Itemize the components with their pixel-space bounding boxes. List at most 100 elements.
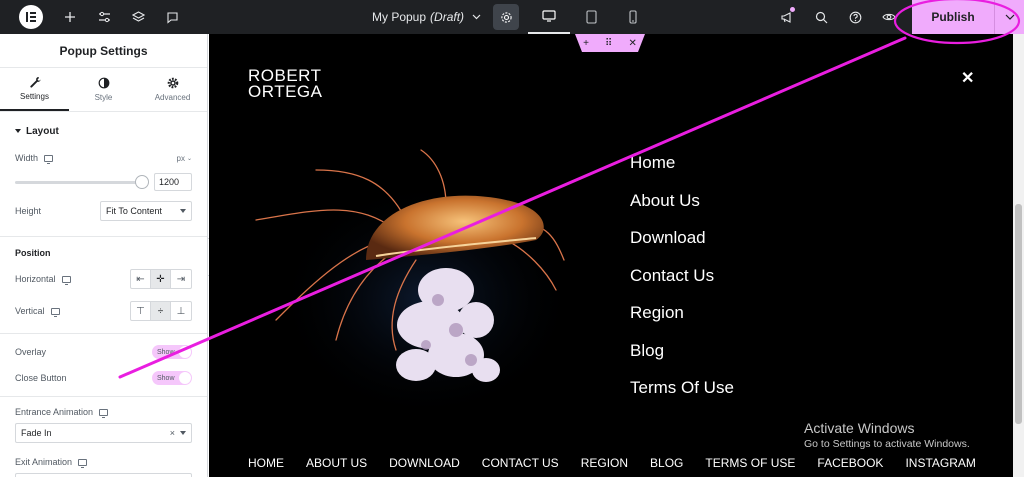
watermark-subtitle: Go to Settings to activate Windows. (804, 438, 970, 450)
responsive-desktop-icon[interactable] (61, 275, 71, 285)
drag-handle-icon[interactable]: ⠿ (605, 38, 612, 49)
notification-dot (790, 7, 795, 12)
menu-item-terms-of-use[interactable]: Terms Of Use (630, 375, 734, 413)
horizontal-position-choices: ⇤ ✛ ⇥ (130, 269, 192, 289)
publish-options-button[interactable] (994, 0, 1024, 34)
caret-down-icon (180, 209, 186, 213)
width-slider-row: 1200 (0, 170, 207, 194)
divider (0, 333, 207, 334)
align-left-icon[interactable]: ⇤ (131, 270, 151, 288)
menu-item-contact-us[interactable]: Contact Us (630, 263, 734, 301)
document-status: (Draft) (430, 10, 465, 24)
panel-title: Popup Settings (0, 34, 207, 68)
panel-tabs: Settings Style Advanced (0, 68, 207, 112)
canvas-scrollbar[interactable] (1013, 34, 1024, 477)
height-select[interactable]: Fit To Content (100, 201, 192, 221)
menu-item-home[interactable]: Home (630, 150, 734, 188)
page-settings-button[interactable] (493, 4, 520, 30)
width-input[interactable]: 1200 (154, 173, 192, 191)
clear-icon[interactable]: × (170, 428, 175, 438)
add-icon[interactable]: + (583, 38, 589, 49)
search-icon[interactable] (804, 0, 838, 34)
contrast-icon (98, 77, 109, 89)
publish-button[interactable]: Publish (912, 0, 994, 34)
position-heading: Position (15, 248, 51, 258)
align-center-icon[interactable]: ✛ (151, 270, 171, 288)
close-button-label: Close Button (15, 373, 67, 383)
close-button-toggle[interactable]: Show (152, 371, 192, 385)
exit-animation-label: Exit Animation (15, 457, 73, 467)
scrollbar-thumb[interactable] (1015, 204, 1022, 424)
align-middle-icon[interactable]: ÷ (151, 302, 171, 320)
footer-link-instagram[interactable]: INSTAGRAM (905, 456, 975, 470)
mobile-view-icon[interactable] (612, 0, 654, 34)
menu-item-blog[interactable]: Blog (630, 338, 734, 376)
desktop-view-icon[interactable] (528, 0, 570, 34)
add-element-icon[interactable] (53, 0, 87, 34)
align-right-icon[interactable]: ⇥ (171, 270, 191, 288)
jellyfish-image (255, 149, 566, 420)
footer-link-about-us[interactable]: ABOUT US (306, 456, 367, 470)
footer-link-facebook[interactable]: FACEBOOK (817, 456, 883, 470)
vertical-label: Vertical (15, 306, 45, 316)
align-bottom-icon[interactable]: ⊥ (171, 302, 191, 320)
responsive-desktop-icon[interactable] (50, 307, 60, 317)
vertical-position-choices: ⊤ ÷ ⊥ (130, 301, 192, 321)
menu-item-region[interactable]: Region (630, 300, 734, 338)
layers-icon[interactable] (121, 0, 155, 34)
notifications-megaphone-icon[interactable] (770, 0, 804, 34)
entrance-animation-value: Fade In (21, 428, 52, 438)
close-icon[interactable]: ✕ (629, 38, 637, 49)
width-label: Width (15, 153, 39, 163)
wrench-icon (29, 77, 41, 88)
preview-eye-icon[interactable] (872, 0, 906, 34)
elementor-logo-icon[interactable] (19, 5, 43, 29)
close-button-toggle-text: Show (157, 374, 175, 382)
tab-style[interactable]: Style (69, 68, 138, 111)
height-select-value: Fit To Content (106, 206, 162, 216)
tablet-view-icon[interactable] (570, 0, 612, 34)
width-unit-select[interactable]: px (177, 154, 185, 163)
exit-animation-select[interactable] (15, 473, 192, 477)
footer-link-contact-us[interactable]: CONTACT US (482, 456, 559, 470)
layout-section-toggle[interactable]: Layout (0, 116, 207, 146)
document-title[interactable]: My Popup (Draft) (360, 10, 493, 24)
footer-link-terms-of-use[interactable]: TERMS OF USE (705, 456, 795, 470)
footer-link-region[interactable]: REGION (581, 456, 628, 470)
watermark-title: Activate Windows (804, 420, 915, 436)
divider (0, 236, 207, 237)
tab-style-label: Style (94, 93, 113, 102)
section-handle[interactable]: + ⠿ ✕ (575, 34, 645, 52)
responsive-desktop-icon[interactable] (78, 458, 88, 468)
windows-activation-watermark: Activate Windows Go to Settings to activ… (804, 420, 970, 450)
layout-section-title: Layout (26, 125, 59, 137)
gear-icon (167, 77, 178, 89)
align-top-icon[interactable]: ⊤ (131, 302, 151, 320)
footer-link-download[interactable]: DOWNLOAD (389, 456, 460, 470)
top-bar: My Popup (Draft) Publish (0, 0, 1024, 34)
width-slider[interactable] (15, 174, 150, 189)
overlay-label: Overlay (15, 347, 47, 357)
footer-nav: HOME ABOUT US DOWNLOAD CONTACT US REGION… (248, 456, 976, 470)
responsive-desktop-icon[interactable] (44, 154, 54, 164)
tab-advanced-label: Advanced (154, 93, 191, 102)
chevron-down-icon: ⌄ (186, 155, 192, 162)
overlay-toggle[interactable]: Show (152, 345, 192, 359)
chevron-down-icon (472, 14, 481, 20)
comments-icon[interactable] (155, 0, 189, 34)
footer-link-home[interactable]: HOME (248, 456, 284, 470)
tab-settings[interactable]: Settings (0, 68, 69, 111)
tab-advanced[interactable]: Advanced (138, 68, 207, 111)
popup-close-icon[interactable]: ✕ (961, 68, 974, 88)
footer-link-blog[interactable]: BLOG (650, 456, 683, 470)
help-icon[interactable] (838, 0, 872, 34)
width-slider-handle[interactable] (135, 174, 150, 189)
site-settings-icon[interactable] (87, 0, 121, 34)
overlay-toggle-text: Show (157, 348, 175, 356)
menu-item-download[interactable]: Download (630, 225, 734, 263)
settings-panel: Popup Settings Settings Style Advanced L… (0, 34, 208, 477)
entrance-animation-select[interactable]: Fade In × (15, 423, 192, 443)
caret-down-icon (180, 431, 186, 435)
menu-item-about-us[interactable]: About Us (630, 188, 734, 226)
responsive-desktop-icon[interactable] (99, 408, 109, 418)
